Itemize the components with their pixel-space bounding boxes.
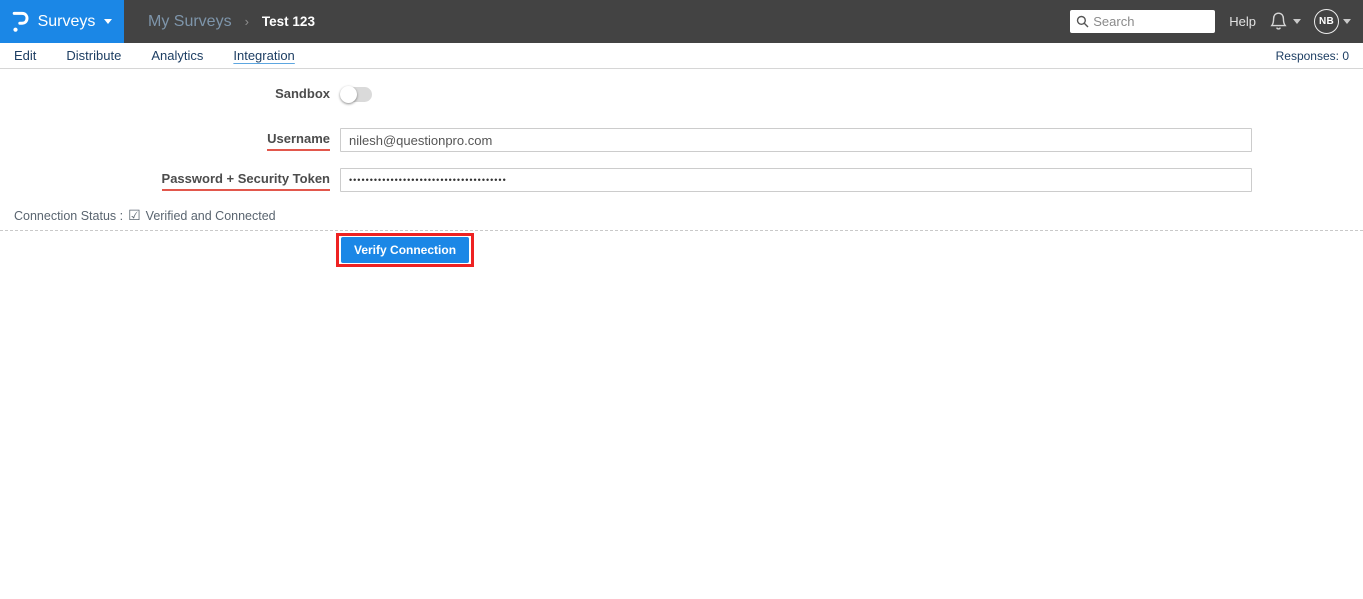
connection-status: Connection Status : ☑ Verified and Conne… [0,207,1363,224]
responses-count[interactable]: Responses: 0 [1276,49,1349,63]
search-icon [1077,15,1089,28]
verify-button-row: Verify Connection [0,233,1363,267]
breadcrumb-current-survey: Test 123 [261,14,315,29]
help-link[interactable]: Help [1229,14,1256,29]
surveys-product-menu[interactable]: Surveys [0,0,124,43]
sandbox-toggle-knob [340,85,357,103]
breadcrumb-my-surveys[interactable]: My Surveys [148,13,232,31]
tab-distribute[interactable]: Distribute [66,48,121,63]
sandbox-row: Sandbox [0,85,1363,103]
topbar-right-group: Help NB [1070,9,1351,34]
annotation-highlight-box: Verify Connection [336,233,475,267]
password-row: Password + Security Token [0,168,1363,192]
survey-tabbar: Edit Distribute Analytics Integration Re… [0,43,1363,69]
connection-status-label: Connection Status : [14,208,124,223]
connection-status-value: Verified and Connected [145,208,276,223]
verify-connection-button[interactable]: Verify Connection [341,237,470,263]
username-label: Username [267,131,330,151]
top-navbar: Surveys My Surveys › Test 123 Help [0,0,1363,43]
notifications-chevron-icon[interactable] [1293,19,1301,24]
surveys-chevron-down-icon [104,19,113,24]
tab-integration[interactable]: Integration [233,48,294,63]
search-box [1070,10,1216,33]
integration-panel: Sandbox Username Password + Security Tok… [0,85,1363,267]
username-input[interactable] [340,128,1252,152]
sandbox-label: Sandbox [275,86,330,101]
search-input[interactable] [1093,14,1210,29]
notifications-bell-icon[interactable] [1269,11,1288,32]
breadcrumb-separator-icon: › [244,14,249,29]
password-input[interactable] [340,168,1252,192]
tab-edit[interactable]: Edit [14,48,36,63]
user-avatar[interactable]: NB [1314,9,1339,34]
surveys-menu-label: Surveys [37,12,96,30]
app-root: Surveys My Surveys › Test 123 Help [0,0,1363,267]
breadcrumb: My Surveys › Test 123 [148,13,315,31]
username-row: Username [0,128,1363,152]
password-label: Password + Security Token [161,171,330,191]
checked-checkbox-icon: ☑ [128,207,141,223]
account-chevron-icon[interactable] [1343,19,1351,24]
questionpro-logo-icon [12,10,29,33]
dashed-divider [0,230,1363,231]
sandbox-toggle[interactable] [340,85,372,103]
tab-analytics[interactable]: Analytics [151,48,203,63]
